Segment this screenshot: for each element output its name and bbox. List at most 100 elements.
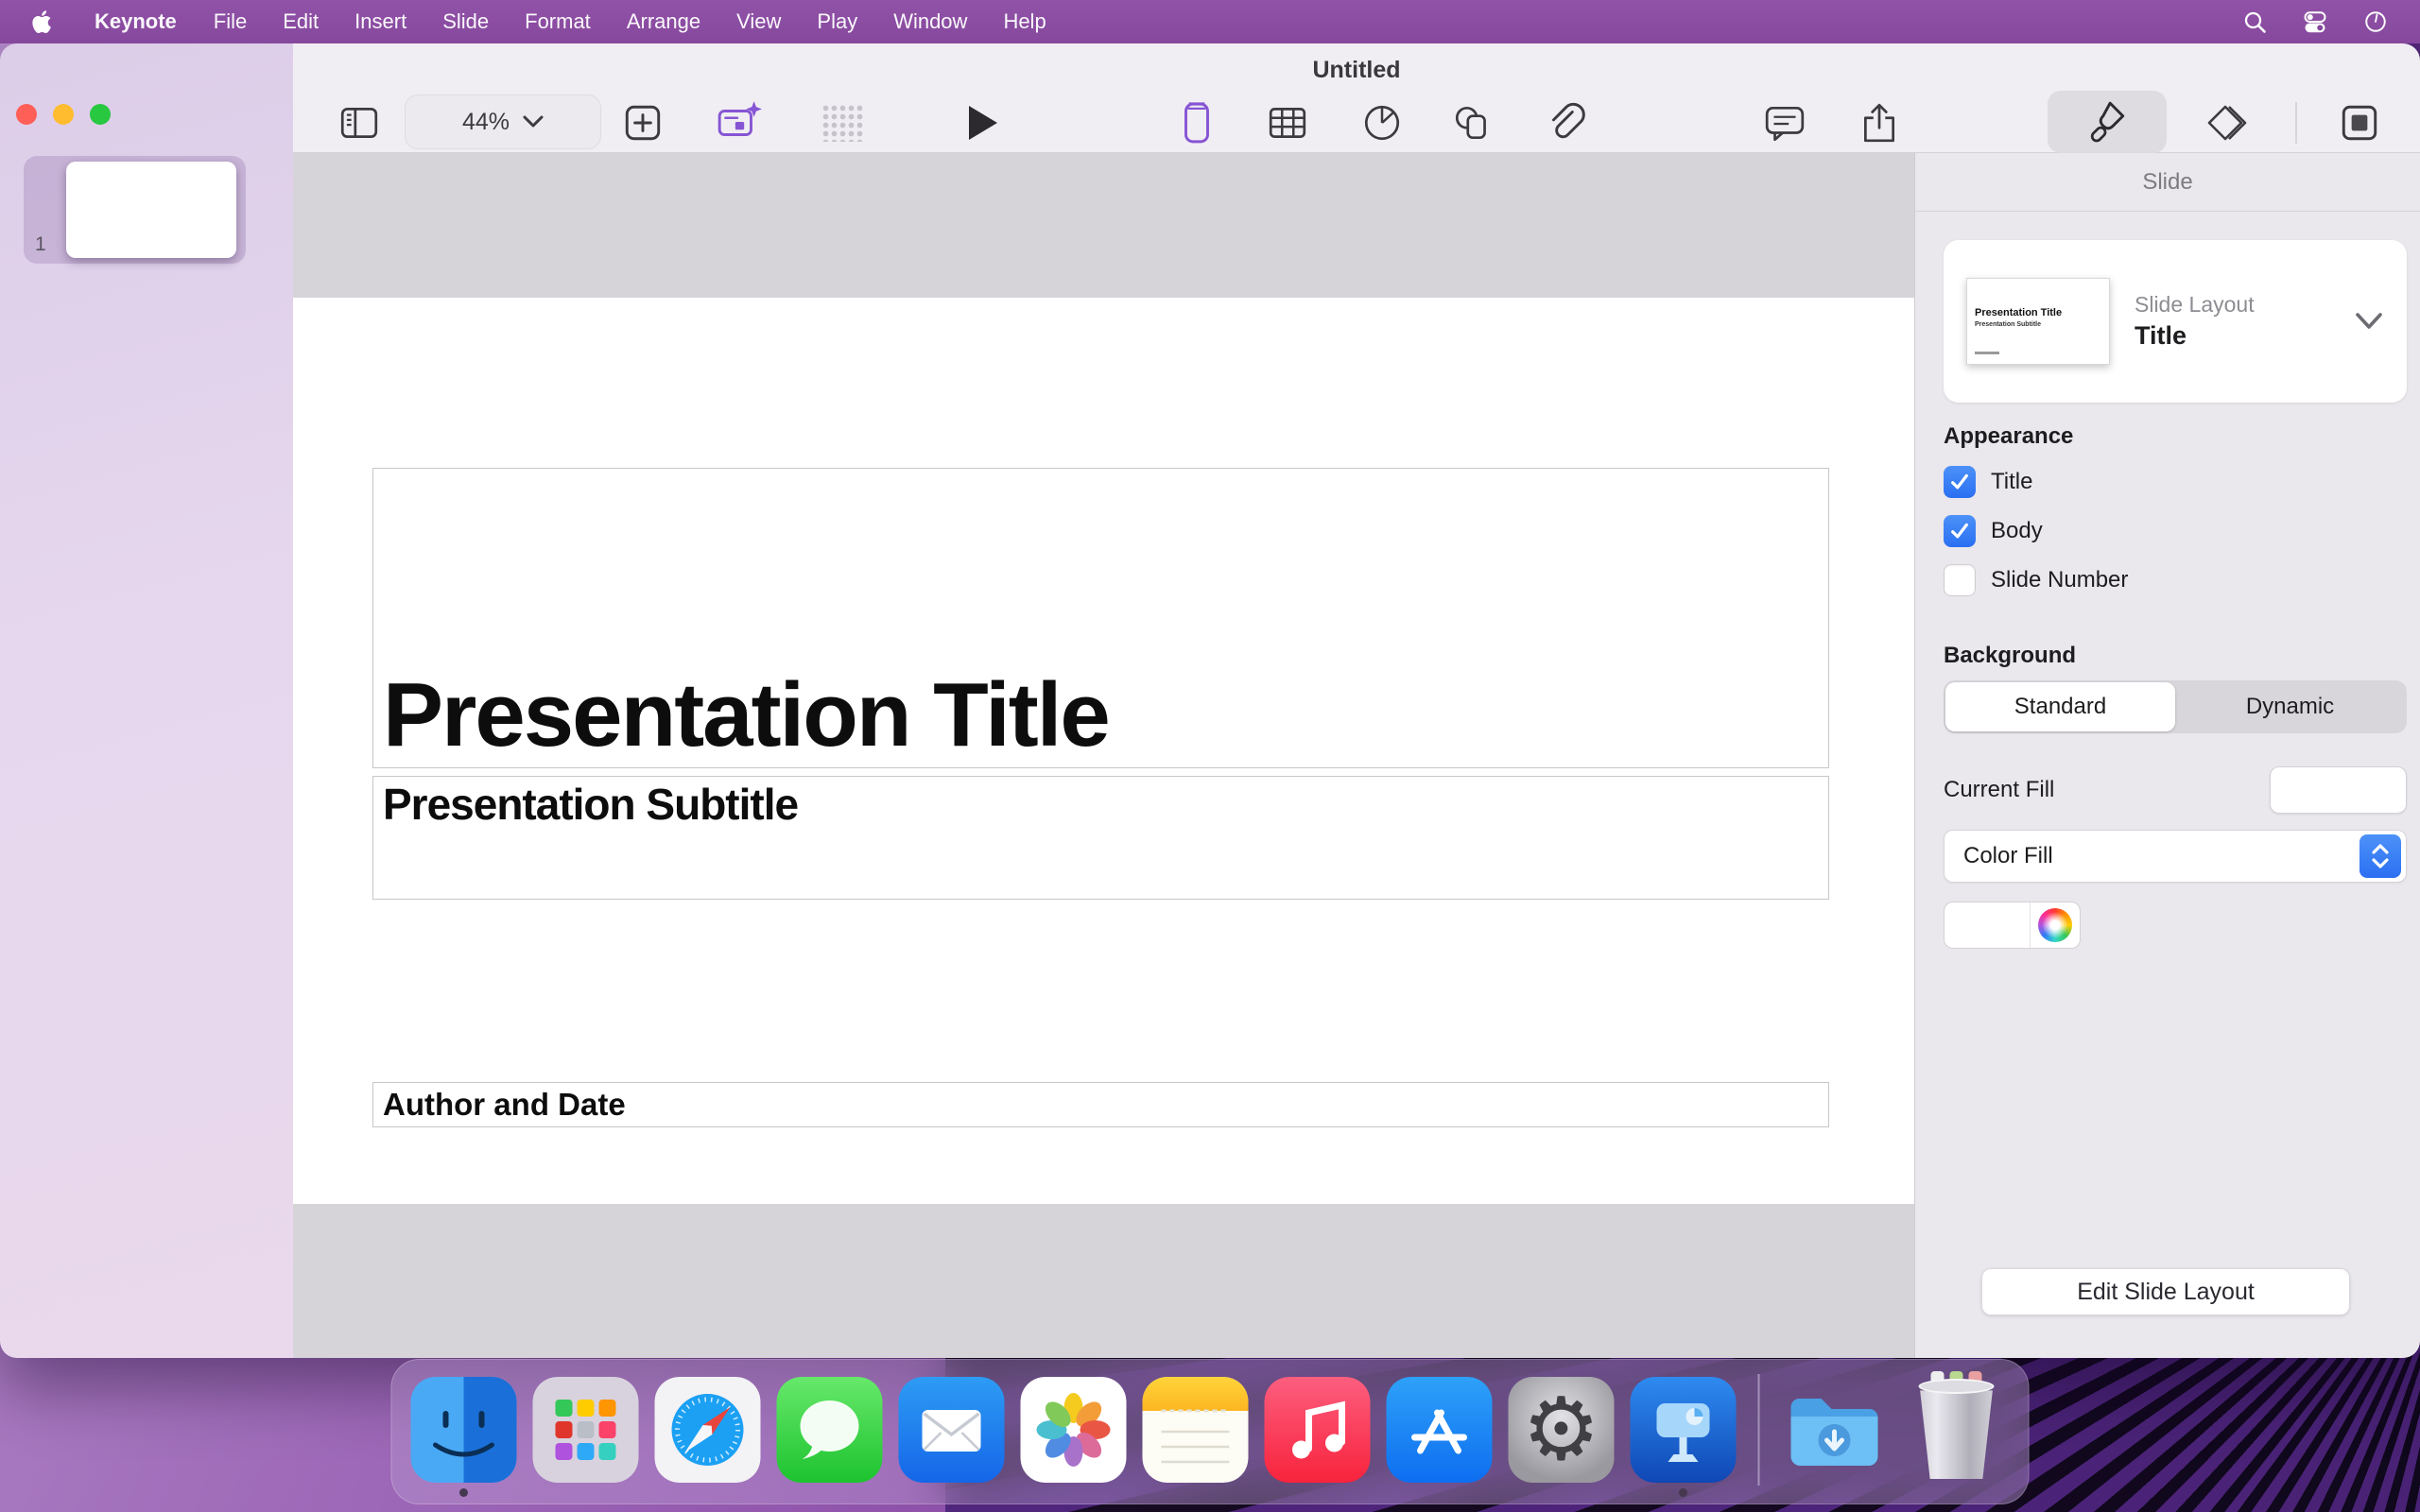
- toolbar-separator: [2295, 102, 2297, 144]
- dock-keynote-icon[interactable]: [1631, 1377, 1737, 1483]
- menu-arrange[interactable]: Arrange: [609, 9, 718, 34]
- segment-dynamic[interactable]: Dynamic: [2175, 682, 2405, 731]
- background-segmented-control: Standard Dynamic: [1944, 680, 2407, 733]
- trash-basket: [1911, 1381, 2002, 1479]
- menu-help[interactable]: Help: [985, 9, 1063, 34]
- menu-insert[interactable]: Insert: [337, 9, 424, 34]
- layout-thumbnail: Presentation Title Presentation Subtitle: [1966, 278, 2110, 365]
- stepper-icon: [2360, 834, 2401, 878]
- dock-downloads-icon[interactable]: [1782, 1377, 1888, 1483]
- paintbrush-icon: [2085, 100, 2129, 144]
- insert-media-button[interactable]: [1541, 98, 1590, 147]
- layout-thumb-author-line: [1975, 352, 1999, 354]
- fill-type-value: Color Fill: [1963, 843, 2053, 869]
- desktop: Keynote File Edit Insert Slide Format Ar…: [0, 0, 2420, 1512]
- author-placeholder[interactable]: Author and Date: [372, 1082, 1829, 1127]
- trash-rim: [1919, 1379, 1995, 1394]
- window-title: Untitled: [293, 57, 2420, 84]
- slide-layout-card[interactable]: Presentation Title Presentation Subtitle…: [1944, 240, 2407, 403]
- dock-app-store-icon[interactable]: [1387, 1377, 1493, 1483]
- inspector-header: Slide: [1915, 153, 2420, 212]
- menu-play[interactable]: Play: [799, 9, 875, 34]
- chevron-down-icon: [523, 115, 544, 129]
- edit-slide-layout-button[interactable]: Edit Slide Layout: [1981, 1268, 2350, 1315]
- menu-format[interactable]: Format: [507, 9, 609, 34]
- guides-grid-button[interactable]: [819, 98, 868, 147]
- dock-mail-icon[interactable]: [899, 1377, 1005, 1483]
- body-option-label: Body: [1991, 518, 2043, 544]
- clock-icon[interactable]: [2361, 8, 2390, 36]
- color-picker-button[interactable]: [2031, 902, 2080, 948]
- slide-number: 1: [35, 233, 46, 256]
- gear-icon: ⚙: [1522, 1386, 1599, 1473]
- slide-number-option-row[interactable]: Slide Number: [1944, 559, 2128, 601]
- zoom-window-button[interactable]: [90, 104, 111, 125]
- slide-1-thumbnail[interactable]: [66, 162, 236, 258]
- title-checkbox[interactable]: [1944, 466, 1976, 498]
- dock-notes-icon[interactable]: [1143, 1377, 1249, 1483]
- dock-messages-icon[interactable]: [777, 1377, 883, 1483]
- grid-dots-icon: [821, 104, 865, 142]
- segment-standard[interactable]: Standard: [1945, 682, 2175, 731]
- color-wheel-icon: [2038, 908, 2072, 942]
- menu-view[interactable]: View: [718, 9, 799, 34]
- dock-launchpad-icon[interactable]: [533, 1377, 639, 1483]
- minimize-button[interactable]: [53, 104, 74, 125]
- dock-system-settings-icon[interactable]: ⚙: [1509, 1377, 1615, 1483]
- menu-edit[interactable]: Edit: [265, 9, 337, 34]
- chevron-down-icon[interactable]: [2354, 311, 2384, 332]
- subtitle-placeholder[interactable]: Presentation Subtitle: [372, 776, 1829, 900]
- slide-editor[interactable]: Presentation Title Presentation Subtitle…: [293, 298, 1914, 1204]
- current-fill-label: Current Fill: [1944, 777, 2054, 803]
- slide-number-option-label: Slide Number: [1991, 567, 2128, 593]
- title-option-label: Title: [1991, 469, 2032, 495]
- slide-number-checkbox[interactable]: [1944, 564, 1976, 596]
- apple-icon: [28, 8, 57, 36]
- add-slide-button[interactable]: [618, 98, 667, 147]
- insert-table-button[interactable]: [1263, 98, 1312, 147]
- magic-format-button[interactable]: [715, 98, 764, 147]
- body-checkbox[interactable]: [1944, 515, 1976, 547]
- dock-photos-icon[interactable]: [1021, 1377, 1127, 1483]
- share-button[interactable]: [1855, 98, 1904, 147]
- slide-navigator: 1: [0, 43, 293, 1358]
- slide-layout-value: Title: [2135, 321, 2255, 351]
- animate-button[interactable]: [2201, 98, 2250, 147]
- layout-thumb-title: Presentation Title: [1975, 307, 2062, 318]
- insert-chart-button[interactable]: [1357, 98, 1407, 147]
- slide-layout-label: Slide Layout: [2135, 292, 2255, 318]
- apple-menu[interactable]: [23, 8, 76, 36]
- menu-window[interactable]: Window: [875, 9, 985, 34]
- dock-finder-icon[interactable]: [411, 1377, 517, 1483]
- play-button[interactable]: [955, 98, 1004, 147]
- view-options-button[interactable]: [335, 98, 384, 147]
- format-button[interactable]: [2048, 91, 2167, 153]
- inspector-panel: Slide Presentation Title Presentation Su…: [1914, 153, 2420, 1358]
- title-placeholder[interactable]: Presentation Title: [372, 468, 1829, 768]
- dock-music-icon[interactable]: [1265, 1377, 1371, 1483]
- title-option-row[interactable]: Title: [1944, 461, 2032, 503]
- menu-app-name[interactable]: Keynote: [76, 9, 196, 34]
- menu-slide[interactable]: Slide: [424, 9, 507, 34]
- slide-canvas: Presentation Title Presentation Subtitle…: [293, 153, 1914, 1358]
- layout-thumb-subtitle: Presentation Subtitle: [1975, 321, 2041, 328]
- dock-trash-icon[interactable]: [1904, 1377, 2010, 1483]
- current-fill-swatch[interactable]: [2270, 766, 2407, 814]
- fill-color-swatch[interactable]: [1945, 902, 2031, 948]
- comment-button[interactable]: [1760, 98, 1809, 147]
- background-label: Background: [1944, 643, 2076, 669]
- body-option-row[interactable]: Body: [1944, 510, 2043, 552]
- insert-text-button[interactable]: [1172, 98, 1221, 147]
- dock-safari-icon[interactable]: [655, 1377, 761, 1483]
- control-center-icon[interactable]: [2301, 8, 2329, 36]
- document-button[interactable]: [2335, 98, 2384, 147]
- fill-type-dropdown[interactable]: Color Fill: [1944, 830, 2407, 883]
- insert-shape-button[interactable]: [1448, 98, 1497, 147]
- close-button[interactable]: [16, 104, 37, 125]
- menu-file[interactable]: File: [196, 9, 265, 34]
- zoom-value: 44%: [462, 109, 510, 136]
- search-icon[interactable]: [2240, 8, 2269, 36]
- zoom-control[interactable]: 44%: [405, 94, 601, 149]
- fill-color-well[interactable]: [1944, 902, 2081, 949]
- slide-thumbnail-selected[interactable]: 1: [24, 156, 246, 264]
